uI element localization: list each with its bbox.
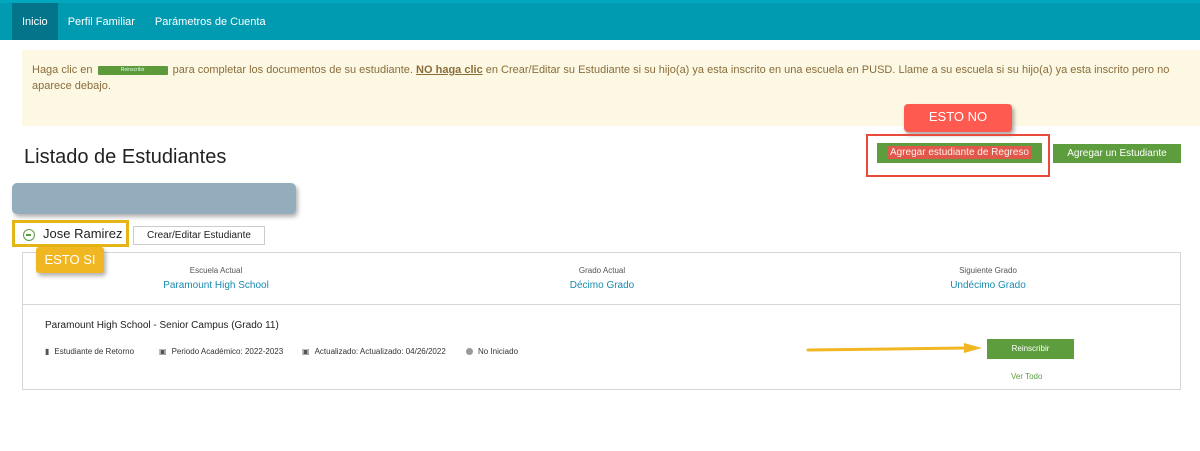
student-card: Escuela Actual Paramount High School Gra… bbox=[22, 252, 1181, 390]
enrollment-period: ▣ Periodo Académico: 2022-2023 bbox=[159, 347, 283, 356]
nav-perfil-familiar[interactable]: Perfil Familiar bbox=[58, 3, 145, 40]
next-grade-link[interactable]: Undécimo Grado bbox=[888, 280, 1088, 291]
alert-inline-reinscribir: Reinscribir bbox=[97, 65, 168, 75]
column-next-grade: Siguiente Grado Undécimo Grado bbox=[888, 266, 1088, 291]
esto-no-callout: ESTO NO bbox=[904, 104, 1012, 132]
nav-parametros-cuenta[interactable]: Parámetros de Cuenta bbox=[145, 3, 276, 40]
edit-student-button[interactable]: Crear/Editar Estudiante bbox=[133, 226, 265, 245]
enrollment-updated-label: Actualizado: Actualizado: 04/26/2022 bbox=[314, 347, 446, 356]
enrollment-school: Paramount High School - Senior Campus (G… bbox=[45, 320, 279, 331]
add-returning-student-button[interactable]: Agregar estudiante de Regreso bbox=[877, 143, 1042, 163]
top-navbar: Inicio Perfil Familiar Parámetros de Cue… bbox=[0, 0, 1200, 40]
enrollment-period-label: Periodo Académico: 2022-2023 bbox=[171, 347, 284, 356]
student-name-box[interactable]: Jose Ramirez bbox=[12, 220, 129, 247]
alert-middle: para completar los documentos de su estu… bbox=[172, 64, 413, 76]
enrollment-status: No Iniciado bbox=[466, 347, 518, 356]
esto-si-callout: ESTO SI bbox=[36, 247, 104, 273]
alert-prefix: Haga clic en bbox=[32, 64, 93, 76]
reinscribir-button[interactable]: Reinscribir bbox=[987, 339, 1074, 359]
column-label: Escuela Actual bbox=[189, 266, 243, 275]
current-school-link[interactable]: Paramount High School bbox=[116, 280, 316, 291]
status-dot-icon bbox=[466, 348, 473, 355]
page-title: Listado de Estudiantes bbox=[24, 146, 227, 168]
column-label: Grado Actual bbox=[578, 266, 626, 275]
document-icon: ▮ bbox=[45, 347, 50, 356]
enrollment-status-label: No Iniciado bbox=[478, 347, 519, 356]
current-grade-link[interactable]: Décimo Grado bbox=[502, 280, 702, 291]
enrollment-type: ▮ Estudiante de Retorno bbox=[45, 347, 134, 356]
enrollment-type-label: Estudiante de Retorno bbox=[54, 347, 135, 356]
yellow-arrow-icon bbox=[806, 343, 982, 353]
info-alert: Haga clic en Reinscribir para completar … bbox=[22, 50, 1200, 126]
collapse-minus-icon[interactable] bbox=[23, 229, 35, 241]
column-current-school: Escuela Actual Paramount High School bbox=[116, 266, 316, 291]
redacted-banner bbox=[12, 183, 296, 214]
nav-inicio[interactable]: Inicio bbox=[12, 3, 58, 40]
add-returning-student-label: Agregar estudiante de Regreso bbox=[888, 146, 1031, 159]
student-name: Jose Ramirez bbox=[43, 226, 123, 241]
ver-todo-link[interactable]: Ver Todo bbox=[1011, 372, 1042, 381]
column-label: Siguiente Grado bbox=[959, 266, 1017, 275]
calendar-icon: ▣ bbox=[302, 347, 310, 356]
alert-emphasis: NO haga clic bbox=[416, 64, 483, 76]
student-summary: Escuela Actual Paramount High School Gra… bbox=[23, 253, 1180, 305]
add-student-button[interactable]: Agregar un Estudiante bbox=[1053, 144, 1181, 163]
calendar-icon: ▣ bbox=[159, 347, 167, 356]
enrollment-updated: ▣ Actualizado: Actualizado: 04/26/2022 bbox=[302, 347, 446, 356]
column-current-grade: Grado Actual Décimo Grado bbox=[502, 266, 702, 291]
